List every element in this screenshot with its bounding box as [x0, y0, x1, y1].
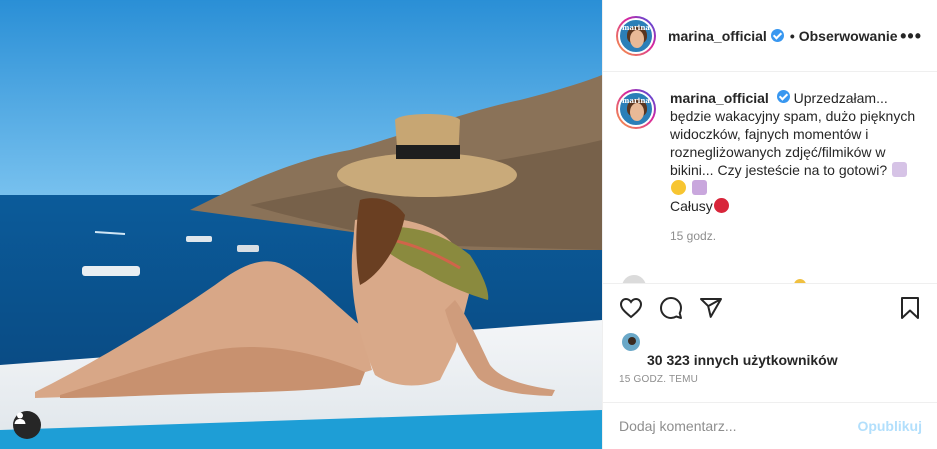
laughing-emoji-icon — [671, 180, 686, 195]
publish-button[interactable]: Opublikuj — [857, 418, 922, 434]
verified-badge-icon — [770, 29, 784, 42]
bookmark-icon[interactable] — [898, 296, 922, 320]
caption-time: 15 godz. — [670, 229, 717, 243]
next-comment-peek — [622, 275, 806, 283]
post-timestamp[interactable]: 15 GODZ. TEMU — [619, 374, 698, 385]
user-tag-icon[interactable] — [13, 411, 41, 439]
header-username[interactable]: marina_official — [668, 28, 767, 44]
avatar-brand-text: marina — [622, 96, 650, 105]
liker-avatar[interactable] — [621, 332, 641, 352]
follow-button[interactable]: Obserwowanie — [799, 28, 898, 44]
beach-photo-illustration — [0, 0, 602, 449]
caption-line-2: Całusy — [670, 198, 713, 214]
caption-username[interactable]: marina_official — [670, 90, 769, 106]
add-comment-bar: Opublikuj — [603, 402, 937, 449]
header-username-block: marina_official • Obserwowanie — [668, 28, 898, 44]
caption-line-2-row: Całusy — [670, 197, 920, 215]
post-actions: 30 323 innych użytkowników 15 GODZ. TEMU — [603, 283, 937, 385]
comment-input[interactable] — [619, 418, 858, 434]
kiss-lips-emoji-icon — [713, 198, 729, 213]
more-options-icon[interactable]: ••• — [900, 26, 922, 47]
avatar-brand-text: marina — [622, 22, 650, 32]
likes-count[interactable]: 30 323 innych użytkowników — [647, 352, 838, 368]
comment-icon[interactable] — [659, 296, 683, 320]
action-icons-row — [603, 284, 937, 332]
comments-area: marina marina_official Uprzedzałam... bę… — [603, 73, 937, 283]
post-side-panel: marina marina_official • Obserwowanie ••… — [602, 0, 937, 449]
heart-icon[interactable] — [619, 296, 643, 320]
woman-shrugging-emoji-icon — [892, 162, 907, 177]
woman-gesturing-emoji-icon — [691, 180, 707, 195]
post-photo[interactable] — [0, 0, 602, 449]
caption-body: marina_official Uprzedzałam... będzie wa… — [670, 89, 920, 245]
avatar[interactable]: marina — [616, 15, 656, 56]
likes-row: 30 323 innych użytkowników — [603, 332, 937, 380]
verified-badge-icon — [776, 90, 790, 103]
header-separator: • — [789, 27, 795, 44]
caption-avatar[interactable]: marina — [616, 89, 656, 129]
post-header: marina marina_official • Obserwowanie ••… — [603, 0, 937, 72]
caption: marina marina_official Uprzedzałam... bę… — [616, 89, 922, 245]
caption-text: marina_official Uprzedzałam... będzie wa… — [670, 89, 920, 197]
avatar-image: marina — [618, 17, 654, 54]
share-icon[interactable] — [699, 296, 723, 320]
